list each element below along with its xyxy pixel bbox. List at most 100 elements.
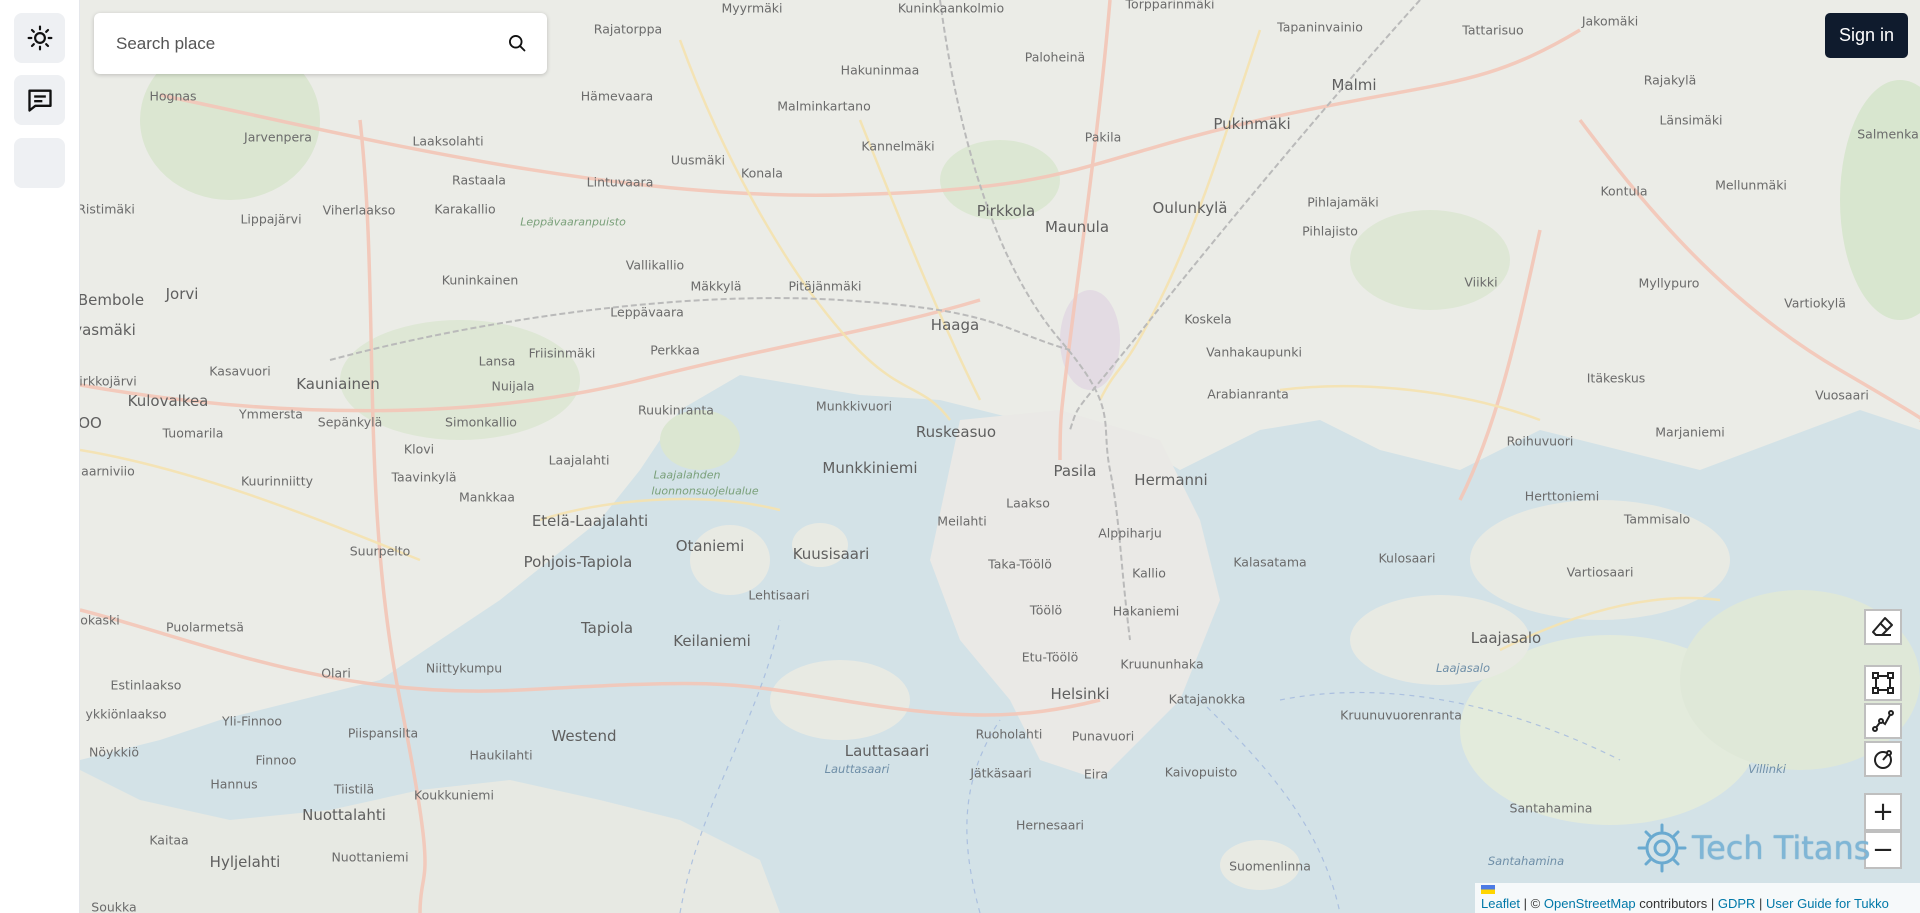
map-label: Kuusisaari: [792, 545, 870, 563]
map-label: Torpparinmäki: [1125, 0, 1215, 12]
map-label: Lippajärvi: [240, 211, 302, 227]
map-label: Pirkkola: [976, 202, 1036, 220]
map-label: Karakallio: [434, 201, 496, 217]
map-label: Kaivopuisto: [1164, 764, 1238, 780]
map-label: Arabianranta: [1207, 386, 1289, 402]
map-label: Itäkeskus: [1586, 370, 1646, 386]
search-input[interactable]: [114, 32, 488, 55]
map-label: Helsinki: [1050, 685, 1110, 703]
map-label: Ruskeasuo: [915, 423, 997, 441]
gear-logo-icon: [1637, 823, 1687, 873]
eraser-icon: [1872, 617, 1893, 636]
map-label: Laajalahti: [548, 452, 610, 468]
map-label: Santahamina: [1509, 800, 1593, 816]
search-icon[interactable]: [507, 33, 527, 58]
map-label: Haaga: [930, 316, 980, 334]
map-label: Kallio: [1132, 565, 1166, 581]
map-label: Hernesaari: [1015, 817, 1085, 833]
map-label: irkkojärvi: [80, 373, 137, 389]
map-label: Jätkäsaari: [970, 765, 1032, 781]
map-label: Hannus: [210, 776, 258, 792]
map-label: Viherlaakso: [322, 202, 396, 218]
sidebar: [0, 0, 80, 913]
map-label: Kuurinniitty: [240, 473, 314, 489]
map-label: Koskela: [1184, 311, 1232, 327]
map-label: Meilahti: [937, 513, 987, 529]
map-label: Hämevaara: [580, 88, 654, 104]
map-label: Kontula: [1600, 183, 1648, 199]
feedback-button[interactable]: [14, 75, 65, 125]
rectangle-tool-button[interactable]: [1864, 665, 1902, 701]
tech-titans-logo: Tech Titans: [1636, 822, 1870, 874]
map-label: Tapiola: [580, 619, 634, 637]
polyline-tool-button[interactable]: [1864, 703, 1902, 739]
map-label: Kuninkainen: [441, 272, 519, 288]
leaflet-link[interactable]: Leaflet: [1481, 896, 1520, 911]
circle-draw-icon: [1874, 750, 1892, 769]
map-label: Laakso: [1006, 495, 1050, 511]
map-label: Keilaniemi: [673, 632, 751, 650]
map-label: Vartiosaari: [1566, 564, 1634, 580]
attribution-contributors: contributors |: [1639, 896, 1715, 911]
map-label: Sepänkylä: [317, 414, 383, 430]
map-label: Friisinmäki: [528, 345, 596, 361]
map-label: Tiistilä: [333, 781, 375, 797]
map-label: Marjaniemi: [1655, 424, 1725, 440]
map-label: Vallikallio: [625, 257, 685, 273]
sign-in-button[interactable]: Sign in: [1825, 13, 1908, 58]
polyline-draw-icon: [1872, 710, 1894, 732]
map-label: Taavinkylä: [391, 469, 457, 485]
theme-toggle-button[interactable]: [14, 13, 65, 63]
map-label: Kuninkaankolmio: [897, 0, 1005, 16]
map-label: Villinki: [1748, 762, 1786, 776]
map-label: Kruunuvuorenranta: [1340, 707, 1462, 723]
map-label: Ymmersta: [239, 406, 303, 422]
gdpr-link[interactable]: GDPR: [1718, 896, 1756, 911]
map-label: Munkkivuori: [815, 398, 893, 414]
map-label: Pukinmäki: [1213, 115, 1291, 133]
map-label: Lansa: [478, 353, 516, 369]
map-label: Laajalahden: [653, 468, 721, 482]
openstreetmap-link[interactable]: OpenStreetMap: [1544, 896, 1636, 911]
circle-tool-button[interactable]: [1864, 741, 1902, 777]
map-label: Mankkaa: [459, 489, 515, 505]
map-label: Salmenka: [1857, 126, 1919, 142]
map-label: Suurpelto: [349, 543, 411, 559]
eraser-tool-button[interactable]: [1864, 609, 1902, 645]
map-label: Nöykkiö: [89, 744, 139, 760]
map-label: Myllypuro: [1638, 275, 1700, 291]
map-label: OO: [80, 414, 102, 432]
map-label: Herttoniemi: [1524, 488, 1600, 504]
map-label: Pakila: [1084, 129, 1122, 145]
map-label: Kalasatama: [1233, 554, 1307, 570]
user-guide-link[interactable]: User Guide for Tukko: [1766, 896, 1889, 911]
map-label: Alppiharju: [1098, 525, 1162, 541]
map[interactable]: Myyrmäki Kuninkaankolmio Torpparinmäki T…: [80, 0, 1920, 913]
map-label: Viikki: [1464, 274, 1498, 290]
rectangle-draw-icon: [1872, 672, 1894, 694]
map-label: Piispansilta: [347, 725, 419, 741]
map-label: Roihuvuori: [1506, 433, 1574, 449]
map-label: Nuijala: [491, 378, 535, 394]
map-label: Nuottalahti: [302, 806, 386, 824]
map-label: Puolarmetsä: [166, 619, 244, 635]
map-label: Laajasalo: [1470, 629, 1542, 647]
sidebar-empty-button[interactable]: [14, 138, 65, 188]
map-label: Pasila: [1053, 462, 1097, 480]
map-label: Pihlajisto: [1302, 223, 1358, 239]
map-label: Klovi: [403, 441, 435, 457]
map-label: Kauniainen: [296, 375, 380, 393]
map-label: Kulosaari: [1378, 550, 1436, 566]
map-label: Vanhakaupunki: [1206, 344, 1302, 360]
map-label: Pihlajamäki: [1307, 194, 1379, 210]
map-label: Rajatorppa: [593, 21, 663, 37]
map-label: Malminkartano: [777, 98, 871, 114]
map-label: Westend: [551, 727, 617, 745]
map-label: Katajanokka: [1168, 691, 1246, 707]
map-label: Jakomäki: [1581, 13, 1639, 29]
map-label: Suomenlinna: [1229, 858, 1311, 874]
map-label: Vartiokylä: [1784, 295, 1846, 311]
map-label: Ruoholahti: [975, 726, 1043, 742]
chat-icon: [27, 89, 52, 112]
map-label: Hognas: [149, 88, 197, 104]
